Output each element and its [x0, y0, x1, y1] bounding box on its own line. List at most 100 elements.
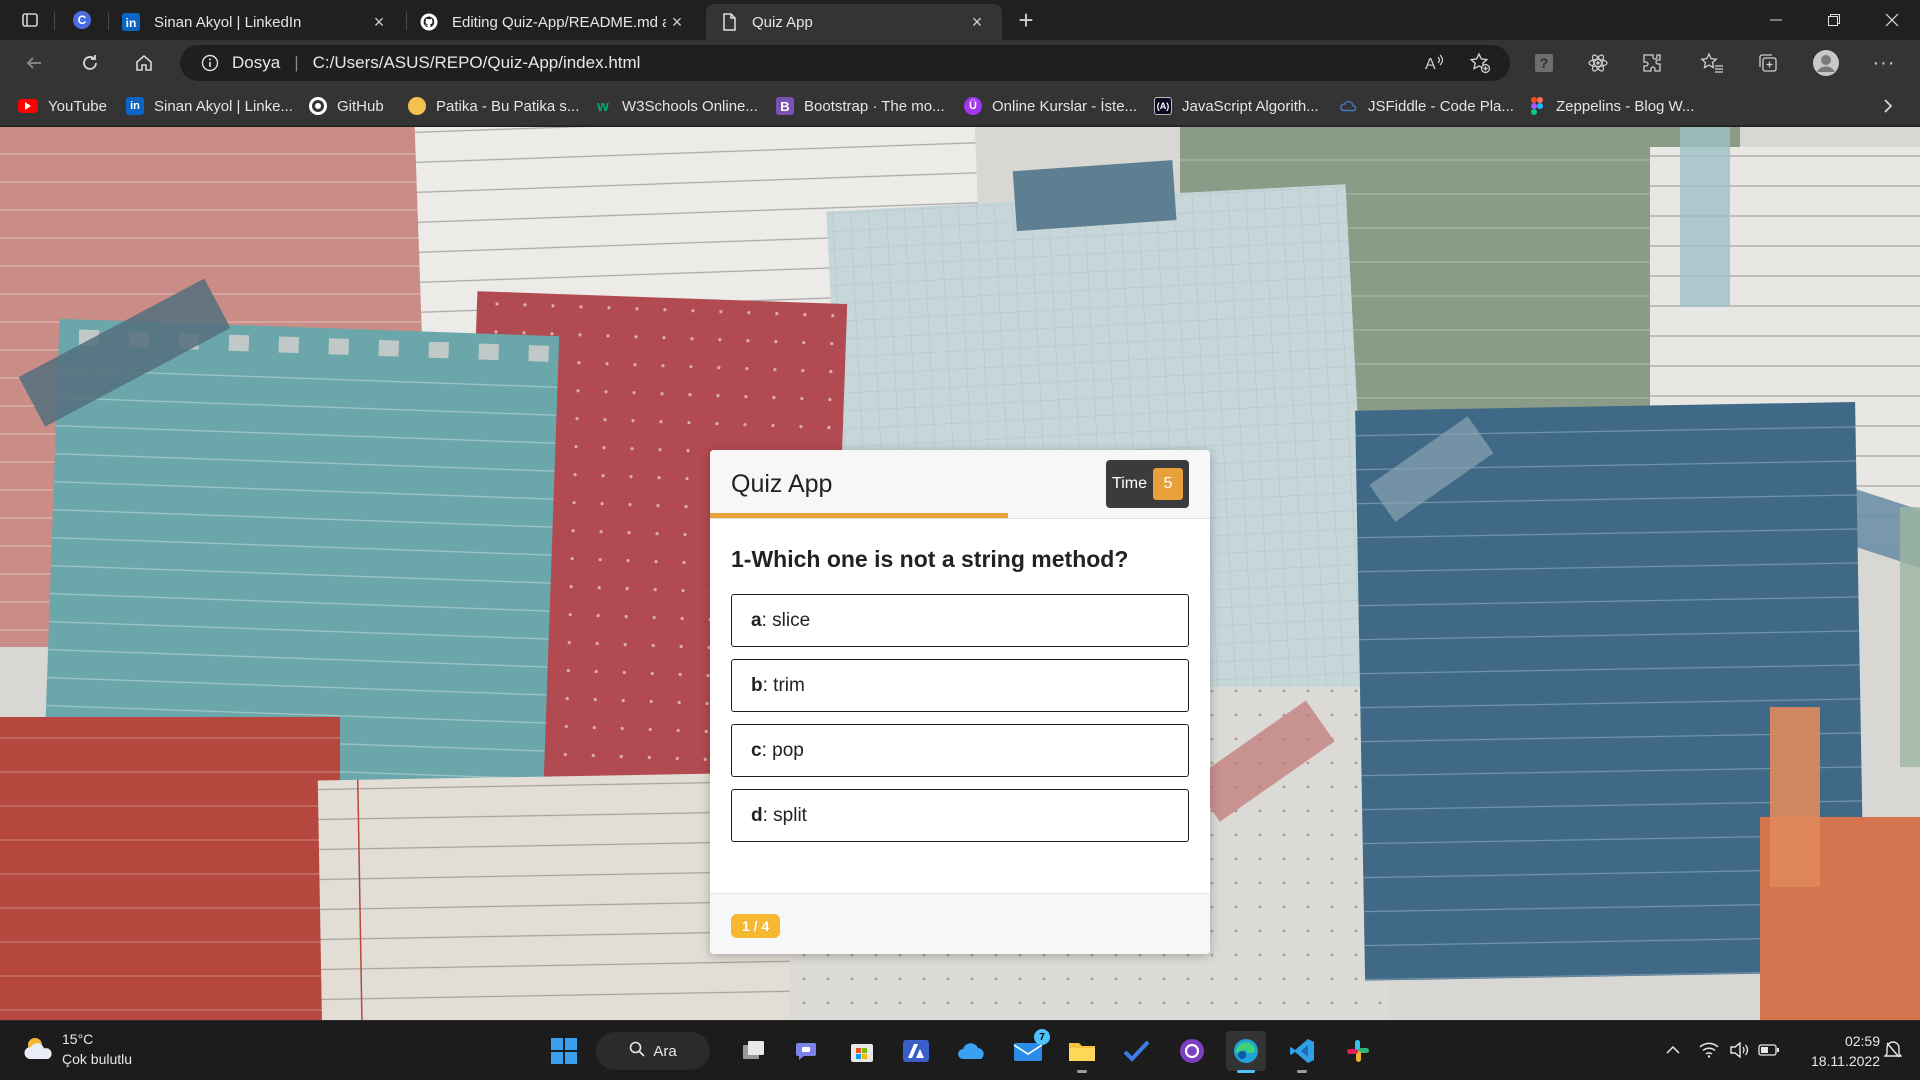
bookmark-patika[interactable]: Patika - Bu Patika s... [408, 95, 579, 117]
address-bar[interactable]: Dosya | C:/Users/ASUS/REPO/Quiz-App/inde… [180, 45, 1510, 81]
weather-widget[interactable]: 15°C Çok bulutlu [22, 1029, 132, 1069]
bookmark-label: YouTube [48, 97, 107, 115]
read-aloud-icon[interactable]: A [1418, 47, 1450, 79]
more-bookmarks-icon[interactable] [1882, 95, 1894, 117]
page-viewport: Quiz App Time 5 1-Which one is not a str… [0, 127, 1920, 1020]
info-icon[interactable] [200, 53, 220, 73]
bootstrap-icon: B [776, 97, 794, 115]
volume-icon[interactable] [1726, 1037, 1752, 1063]
bookmark-zeppelin[interactable]: Zeppelins - Blog W... [1528, 95, 1694, 117]
bookmark-linkedin[interactable]: in Sinan Akyol | Linke... [126, 95, 293, 117]
bookmark-label: Zeppelins - Blog W... [1556, 97, 1695, 115]
time-progress-line [710, 513, 1008, 518]
bookmark-github[interactable]: GitHub [309, 95, 384, 117]
freecodecamp-icon: (A) [1154, 97, 1172, 115]
bookmark-label: Patika - Bu Patika s... [436, 97, 580, 115]
github-icon [309, 97, 327, 115]
onedrive-icon[interactable] [952, 1031, 992, 1071]
file-explorer-icon[interactable] [1062, 1031, 1102, 1073]
show-hidden-icons-icon[interactable] [1660, 1037, 1686, 1063]
edge-dev-icon[interactable] [896, 1031, 936, 1071]
bookmark-label: Bootstrap · The mo... [804, 97, 945, 115]
tab-linkedin[interactable]: in Sinan Akyol | LinkedIn × [108, 4, 404, 40]
notifications-icon[interactable] [1880, 1037, 1906, 1063]
search-label: Ara [653, 1042, 677, 1060]
edge-browser-icon[interactable] [1226, 1031, 1266, 1073]
option-letter: c [751, 739, 762, 761]
mail-count-badge: 7 [1034, 1029, 1050, 1045]
refresh-icon[interactable] [74, 47, 106, 79]
tab-title: Sinan Akyol | LinkedIn [154, 13, 302, 31]
extension-help-icon[interactable]: ? [1528, 47, 1560, 79]
taskbar-clock[interactable]: 02:59 18.11.2022 [1796, 1031, 1880, 1071]
collections-icon[interactable] [1752, 47, 1784, 79]
weather-description: Çok bulutlu [62, 1051, 133, 1067]
home-icon[interactable] [128, 47, 160, 79]
bookmark-udemy[interactable]: Ü Online Kurslar - İste... [964, 95, 1137, 117]
browser-toolbar: Dosya | C:/Users/ASUS/REPO/Quiz-App/inde… [0, 40, 1920, 86]
add-favorite-icon[interactable] [1464, 47, 1496, 79]
battery-icon[interactable] [1756, 1037, 1782, 1063]
teams-chat-icon[interactable] [788, 1031, 828, 1071]
close-icon[interactable]: × [666, 11, 688, 33]
answer-option-d[interactable]: d: split [731, 789, 1189, 842]
bookmark-bootstrap[interactable]: B Bootstrap · The mo... [776, 95, 945, 117]
address-url[interactable]: C:/Users/ASUS/REPO/Quiz-App/index.html [313, 53, 641, 73]
question-progress-badge: 1 / 4 [731, 914, 781, 938]
tab-github-readme[interactable]: Editing Quiz-App/README.md a × [406, 4, 702, 40]
taskbar-search[interactable]: Ara [596, 1032, 710, 1070]
patika-icon [408, 97, 426, 115]
option-text: : split [762, 804, 807, 826]
close-window-icon[interactable] [1864, 0, 1920, 40]
tab-title: Editing Quiz-App/README.md a [452, 13, 666, 31]
back-icon[interactable] [18, 47, 50, 79]
vscode-icon[interactable] [1282, 1031, 1322, 1073]
task-view-icon[interactable] [734, 1031, 774, 1071]
github-desktop-icon[interactable] [1172, 1031, 1212, 1071]
svg-text:A: A [1425, 56, 1436, 73]
bookmarks-bar: YouTube in Sinan Akyol | Linke... GitHub… [0, 86, 1920, 126]
bookmark-freecodecamp[interactable]: (A) JavaScript Algorith... [1154, 95, 1319, 117]
slack-icon[interactable] [1338, 1031, 1378, 1071]
tab-title: Quiz App [752, 13, 813, 31]
start-icon[interactable] [544, 1031, 584, 1071]
more-options-icon[interactable]: ··· [1868, 47, 1900, 79]
question-text: 1-Which one is not a string method? [731, 546, 1129, 572]
tab-actions-icon[interactable] [18, 8, 42, 32]
bookmark-label: GitHub [337, 97, 384, 115]
close-icon[interactable]: × [368, 11, 390, 33]
svg-text:?: ? [1540, 55, 1549, 71]
mail-icon[interactable]: 7 [1008, 1029, 1050, 1071]
pinned-tab-icon[interactable]: C [70, 8, 94, 32]
todo-icon[interactable] [1116, 1031, 1156, 1071]
quiz-footer: 1 / 4 [710, 893, 1210, 954]
tab-quiz-app[interactable]: Quiz App × [706, 4, 1002, 40]
svg-text:C: C [78, 13, 87, 27]
bookmark-label: JavaScript Algorith... [1182, 97, 1319, 115]
favorites-icon[interactable] [1696, 47, 1728, 79]
answer-option-c[interactable]: c: pop [731, 724, 1189, 777]
bookmark-jsfiddle[interactable]: JSFiddle - Code Pla... [1340, 95, 1514, 117]
microsoft-store-icon[interactable] [842, 1031, 882, 1071]
option-text: : trim [762, 674, 805, 696]
answer-option-b[interactable]: b: trim [731, 659, 1189, 712]
new-tab-icon[interactable]: + [1014, 5, 1038, 35]
react-devtools-icon[interactable] [1582, 47, 1614, 79]
option-letter: d [751, 804, 763, 826]
restore-icon[interactable] [1806, 0, 1862, 40]
search-icon [629, 1041, 645, 1061]
answer-option-a[interactable]: a: slice [731, 594, 1189, 647]
option-text: : pop [761, 739, 804, 761]
youtube-icon [18, 99, 38, 113]
profile-avatar[interactable] [1810, 47, 1842, 79]
clock-date: 18.11.2022 [1810, 1053, 1880, 1069]
minimize-icon[interactable] [1748, 0, 1804, 40]
active-indicator [1237, 1070, 1255, 1073]
option-letter: a [751, 609, 762, 631]
wifi-icon[interactable] [1696, 1037, 1722, 1063]
bookmark-youtube[interactable]: YouTube [18, 95, 107, 117]
bookmark-w3schools[interactable]: w W3Schools Online... [594, 95, 758, 117]
close-icon[interactable]: × [966, 11, 988, 33]
svg-text:in: in [126, 16, 137, 30]
extensions-icon[interactable] [1636, 47, 1668, 79]
